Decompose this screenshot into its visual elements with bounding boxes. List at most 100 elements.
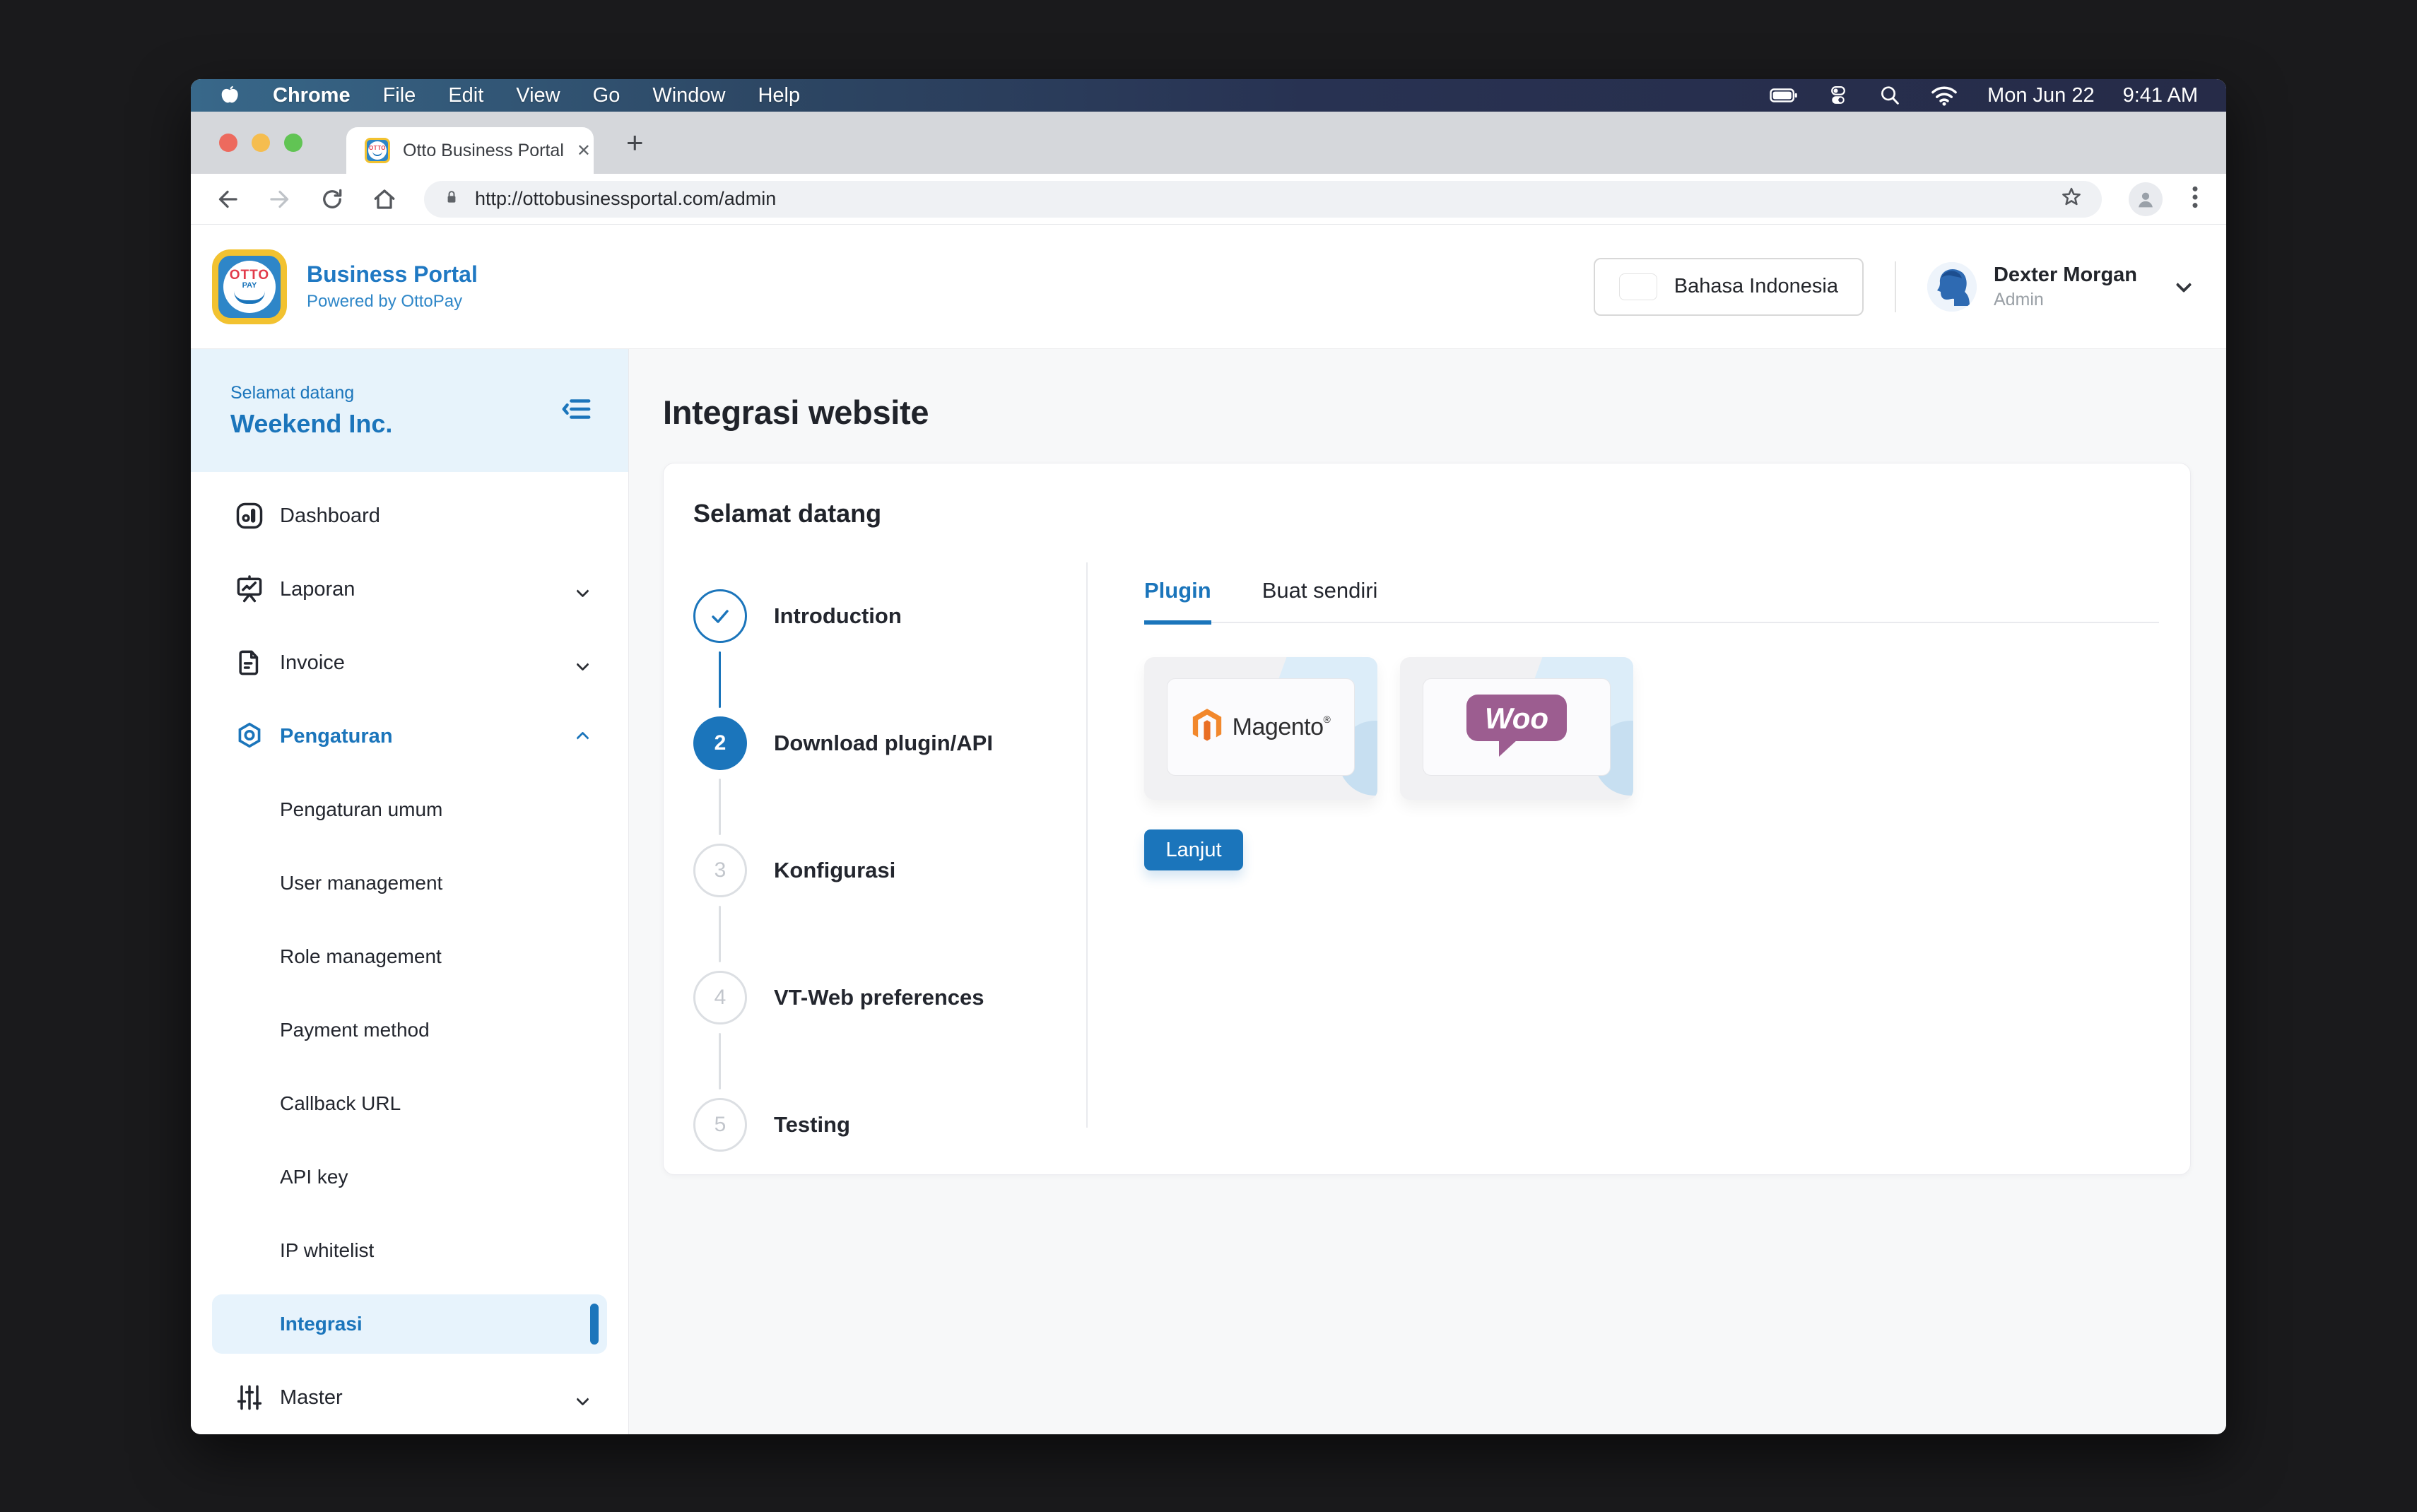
minimize-window-button[interactable] xyxy=(252,134,270,152)
step-download-plugin[interactable]: 2 Download plugin/API xyxy=(693,680,1086,807)
check-icon xyxy=(693,589,747,643)
plugin-card-woocommerce[interactable]: Woo xyxy=(1400,657,1633,800)
tab-title: Otto Business Portal xyxy=(403,141,564,161)
collapse-sidebar-icon[interactable] xyxy=(560,393,593,429)
apple-icon[interactable] xyxy=(219,83,240,107)
menubar-items: Chrome File Edit View Go Window Help xyxy=(273,84,800,107)
user-name: Dexter Morgan xyxy=(1994,264,2137,287)
subitem-label: IP whitelist xyxy=(280,1239,374,1262)
sidebar-item-dashboard[interactable]: Dashboard xyxy=(191,479,628,553)
menubar-item-file[interactable]: File xyxy=(383,84,416,107)
step-connector xyxy=(719,651,721,708)
sidebar-item-laporan[interactable]: Laporan xyxy=(191,553,628,626)
chevron-down-icon[interactable] xyxy=(2176,276,2192,293)
browser-menu-icon[interactable] xyxy=(2189,183,2201,215)
step-connector xyxy=(719,1033,721,1089)
browser-profile-icon[interactable] xyxy=(2129,182,2163,216)
lock-icon[interactable] xyxy=(442,187,461,211)
company-name: Weekend Inc. xyxy=(230,409,392,439)
search-icon[interactable] xyxy=(1878,83,1901,107)
header-divider xyxy=(1895,261,1896,312)
brand-subtitle: Powered by OttoPay xyxy=(307,292,478,312)
step-konfigurasi[interactable]: 3 Konfigurasi xyxy=(693,807,1086,934)
brand-title: Business Portal xyxy=(307,261,478,288)
tab-favicon-icon: OTTO xyxy=(365,138,390,163)
forward-icon[interactable] xyxy=(267,187,293,212)
sidebar-subitem-role-management[interactable]: Role management xyxy=(191,920,628,993)
sidebar-subitem-ip-whitelist[interactable]: IP whitelist xyxy=(191,1214,628,1287)
menubar-item-view[interactable]: View xyxy=(516,84,560,107)
browser-tab[interactable]: OTTO Otto Business Portal ✕ xyxy=(346,127,594,174)
home-icon[interactable] xyxy=(372,187,397,212)
sidebar-nav: Dashboard Laporan Invoice xyxy=(191,472,628,1434)
dashboard-icon xyxy=(233,500,266,531)
sidebar-subitem-user-management[interactable]: User management xyxy=(191,846,628,920)
sidebar-subitem-pengaturan-umum[interactable]: Pengaturan umum xyxy=(191,773,628,846)
sidebar-subitem-callback-url[interactable]: Callback URL xyxy=(191,1067,628,1140)
ottopay-logo: OTTO PAY xyxy=(212,249,287,324)
browser-window: Chrome File Edit View Go Window Help Mon… xyxy=(191,79,2226,1434)
menubar-item-help[interactable]: Help xyxy=(758,84,800,107)
logo-subtext: PAY xyxy=(242,282,257,290)
sidebar-welcome: Selamat datang Weekend Inc. xyxy=(191,349,628,472)
app-header: OTTO PAY Business Portal Powered by Otto… xyxy=(191,225,2226,349)
subitem-label: Payment method xyxy=(280,1019,430,1041)
card-title: Selamat datang xyxy=(693,499,2159,528)
step-testing[interactable]: 5 Testing xyxy=(693,1061,1086,1188)
continue-button[interactable]: Lanjut xyxy=(1144,829,1243,870)
reload-icon[interactable] xyxy=(319,187,345,212)
sidebar-item-label: Pengaturan xyxy=(280,725,393,748)
sidebar-item-pengaturan[interactable]: Pengaturan xyxy=(191,699,628,773)
url-text[interactable]: http://ottobusinessportal.com/admin xyxy=(475,188,776,210)
sidebar-item-invoice[interactable]: Invoice xyxy=(191,626,628,699)
step-label: Konfigurasi xyxy=(774,858,895,883)
sidebar: Selamat datang Weekend Inc. Dashboard xyxy=(191,349,629,1434)
tab-buat-sendiri[interactable]: Buat sendiri xyxy=(1262,578,1378,622)
sidebar-subitem-payment-method[interactable]: Payment method xyxy=(191,993,628,1067)
back-icon[interactable] xyxy=(215,187,240,212)
integration-card: Selamat datang Introduction xyxy=(663,463,2191,1175)
subitem-label: Pengaturan umum xyxy=(280,798,442,821)
sidebar-subitem-integrasi-active[interactable]: Integrasi xyxy=(212,1294,607,1354)
indonesia-flag-icon xyxy=(1619,273,1657,300)
step-introduction[interactable]: Introduction xyxy=(693,553,1086,680)
woocommerce-logo-icon: Woo xyxy=(1464,692,1570,763)
user-role: Admin xyxy=(1994,290,2137,310)
new-tab-button[interactable]: + xyxy=(626,128,644,158)
step-connector xyxy=(719,906,721,962)
wifi-icon[interactable] xyxy=(1931,83,1958,107)
sidebar-subitem-api-key[interactable]: API key xyxy=(191,1140,628,1214)
brand: OTTO PAY Business Portal Powered by Otto… xyxy=(212,249,478,324)
menubar-item-chrome[interactable]: Chrome xyxy=(273,84,351,107)
step-number: 4 xyxy=(693,971,747,1024)
step-label: VT-Web preferences xyxy=(774,985,984,1010)
close-window-button[interactable] xyxy=(219,134,237,152)
step-vtweb-preferences[interactable]: 4 VT-Web preferences xyxy=(693,934,1086,1061)
subitem-label: Integrasi xyxy=(280,1313,363,1335)
macos-menubar: Chrome File Edit View Go Window Help Mon… xyxy=(191,79,2226,112)
menubar-item-window[interactable]: Window xyxy=(652,84,725,107)
tab-plugin[interactable]: Plugin xyxy=(1144,578,1211,625)
logo-smile xyxy=(234,291,265,304)
control-center-icon[interactable] xyxy=(1828,83,1849,107)
menubar-item-go[interactable]: Go xyxy=(593,84,621,107)
step-number: 5 xyxy=(693,1098,747,1152)
url-field[interactable]: http://ottobusinessportal.com/admin xyxy=(424,181,2102,218)
magento-logo-text: Magento® xyxy=(1233,714,1331,741)
welcome-label: Selamat datang xyxy=(230,383,392,403)
plugin-card-magento[interactable]: Magento® xyxy=(1144,657,1377,800)
sidebar-item-label: Laporan xyxy=(280,578,355,601)
user-menu[interactable]: Dexter Morgan Admin xyxy=(1927,262,2189,312)
avatar xyxy=(1927,262,1977,312)
sidebar-item-master[interactable]: Master xyxy=(191,1361,628,1434)
menubar-item-edit[interactable]: Edit xyxy=(448,84,483,107)
sidebar-item-label: Invoice xyxy=(280,651,345,675)
zoom-window-button[interactable] xyxy=(284,134,302,152)
language-label: Bahasa Indonesia xyxy=(1674,275,1838,298)
step-number: 2 xyxy=(693,716,747,770)
bookmark-star-icon[interactable] xyxy=(2059,185,2083,213)
language-selector[interactable]: Bahasa Indonesia xyxy=(1594,258,1864,316)
tab-close-icon[interactable]: ✕ xyxy=(577,141,591,161)
content-tabs: Plugin Buat sendiri xyxy=(1144,578,2159,623)
battery-icon[interactable] xyxy=(1770,83,1798,107)
